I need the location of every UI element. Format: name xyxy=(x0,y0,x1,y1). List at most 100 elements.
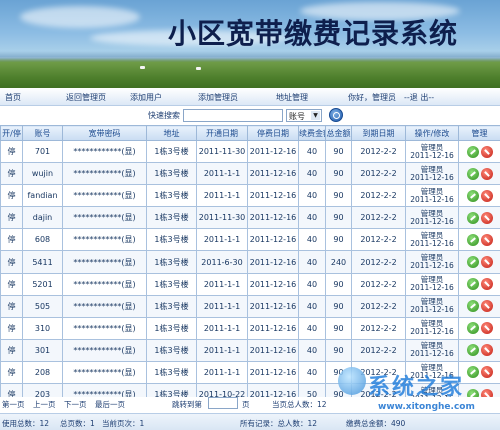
site-title: 小区宽带缴费记录系统 xyxy=(168,17,459,50)
edit-icon[interactable] xyxy=(466,211,479,224)
operator-cell: 管理员2011-12-16 xyxy=(405,250,459,274)
password-cell[interactable]: ************(显) xyxy=(62,162,147,186)
total-amount-cell: 90 xyxy=(325,184,352,208)
jump-page-input[interactable] xyxy=(208,397,238,409)
renew-amount-cell: 40 xyxy=(298,360,326,385)
logout-link[interactable]: --退 出-- xyxy=(404,92,434,103)
expire-date-cell: 2012-2-2 xyxy=(351,250,406,274)
open-date-cell: 2011-11-30 xyxy=(196,206,248,230)
status-cell[interactable]: 停 xyxy=(0,316,23,340)
column-header: 停费日期 xyxy=(247,125,299,141)
status-cell[interactable]: 停 xyxy=(0,272,23,296)
total-amount-cell: 90 xyxy=(325,272,352,296)
edit-icon[interactable] xyxy=(466,322,479,335)
edit-icon[interactable] xyxy=(466,256,479,269)
operator-date: 2011-12-16 xyxy=(410,349,454,359)
delete-icon[interactable] xyxy=(480,233,493,246)
cow-decoration xyxy=(196,67,201,70)
stop-date-cell: 2011-12-16 xyxy=(247,360,299,385)
password-cell[interactable]: ************(显) xyxy=(62,250,147,274)
nav-home[interactable]: 首页 xyxy=(5,92,21,103)
search-button[interactable] xyxy=(329,108,343,122)
open-date-cell: 2011-1-1 xyxy=(196,272,248,296)
status-cell[interactable]: 停 xyxy=(0,228,23,252)
expire-date-cell: 2012-2-2 xyxy=(351,139,406,164)
operator-date: 2011-12-16 xyxy=(410,261,454,271)
delete-icon[interactable] xyxy=(480,278,493,291)
password-cell[interactable]: ************(显) xyxy=(62,206,147,230)
status-cell[interactable]: 停 xyxy=(0,250,23,274)
edit-icon[interactable] xyxy=(466,278,479,291)
edit-icon[interactable] xyxy=(466,167,479,180)
delete-icon[interactable] xyxy=(480,211,493,224)
prev-page-link[interactable]: 上一页 xyxy=(33,399,56,410)
password-cell[interactable]: ************(显) xyxy=(62,294,147,318)
delete-icon[interactable] xyxy=(480,322,493,335)
password-cell[interactable]: ************(显) xyxy=(62,360,147,385)
edit-icon[interactable] xyxy=(466,145,479,158)
nav-add-user[interactable]: 添加用户 xyxy=(130,92,162,103)
nav-back-admin[interactable]: 返回管理页 xyxy=(66,92,106,103)
table-row: 停 fandian ************(显) 1栋3号楼 2011-1-1 2011… xyxy=(0,184,500,208)
first-page-link[interactable]: 第一页 xyxy=(2,399,25,410)
operator-cell: 管理员2011-12-16 xyxy=(405,338,459,362)
table-header-row: 开/停账号宽带密码地址开通日期停费日期续费金额总金额到期日期操作/修改管理 xyxy=(0,125,500,141)
watermark: 系统之家 www.xitonghe.com xyxy=(338,365,500,430)
watermark-logo-icon xyxy=(338,367,366,395)
actions-cell xyxy=(458,316,500,340)
column-header: 地址 xyxy=(146,125,197,141)
search-field-select[interactable]: 账号 ▼ xyxy=(286,109,322,122)
delete-icon[interactable] xyxy=(480,189,493,202)
open-date-cell: 2011-1-1 xyxy=(196,338,248,362)
next-page-link[interactable]: 下一页 xyxy=(64,399,87,410)
account-cell: 5411 xyxy=(22,250,63,274)
status-cell[interactable]: 停 xyxy=(0,206,23,230)
records-table: 开/停账号宽带密码地址开通日期停费日期续费金额总金额到期日期操作/修改管理 停7… xyxy=(0,125,500,407)
nav-add-admin[interactable]: 添加管理员 xyxy=(198,92,238,103)
address-cell: 1栋3号楼 xyxy=(146,272,197,296)
search-label: 快速搜索 xyxy=(148,111,180,120)
operator-cell: 管理员2011-12-16 xyxy=(405,316,459,340)
delete-icon[interactable] xyxy=(480,256,493,269)
password-cell[interactable]: ************(显) xyxy=(62,139,147,164)
column-header: 账号 xyxy=(22,125,63,141)
status-cell[interactable]: 停 xyxy=(0,162,23,186)
edit-icon[interactable] xyxy=(466,300,479,313)
status-cell[interactable]: 停 xyxy=(0,294,23,318)
address-cell: 1栋3号楼 xyxy=(146,250,197,274)
delete-icon[interactable] xyxy=(480,145,493,158)
edit-icon[interactable] xyxy=(466,233,479,246)
delete-icon[interactable] xyxy=(480,344,493,357)
open-date-cell: 2011-1-1 xyxy=(196,228,248,252)
total-amount-cell: 90 xyxy=(325,316,352,340)
all-records: 所有记录：总人数：12 xyxy=(240,419,318,428)
operator-cell: 管理员2011-12-16 xyxy=(405,206,459,230)
password-cell[interactable]: ************(显) xyxy=(62,272,147,296)
status-cell[interactable]: 停 xyxy=(0,184,23,208)
password-cell[interactable]: ************(显) xyxy=(62,316,147,340)
last-page-link[interactable]: 最后一页 xyxy=(95,399,125,410)
password-cell[interactable]: ************(显) xyxy=(62,228,147,252)
open-date-cell: 2011-1-1 xyxy=(196,360,248,385)
edit-icon[interactable] xyxy=(466,189,479,202)
status-cell[interactable]: 停 xyxy=(0,338,23,362)
search-input[interactable] xyxy=(183,109,283,122)
password-cell[interactable]: ************(显) xyxy=(62,184,147,208)
renew-amount-cell: 40 xyxy=(298,228,326,252)
status-cell[interactable]: 停 xyxy=(0,139,23,164)
delete-icon[interactable] xyxy=(480,167,493,180)
nav-address-admin[interactable]: 地址管理 xyxy=(276,92,308,103)
operator-cell: 管理员2011-12-16 xyxy=(405,162,459,186)
actions-cell xyxy=(458,250,500,274)
address-cell: 1栋3号楼 xyxy=(146,228,197,252)
column-header: 操作/修改 xyxy=(405,125,459,141)
status-cell[interactable]: 停 xyxy=(0,360,23,385)
password-cell[interactable]: ************(显) xyxy=(62,338,147,362)
open-date-cell: 2011-6-30 xyxy=(196,250,248,274)
jump-suffix: 页 xyxy=(242,400,250,409)
stop-date-cell: 2011-12-16 xyxy=(247,316,299,340)
account-cell: dajin xyxy=(22,206,63,230)
delete-icon[interactable] xyxy=(480,300,493,313)
edit-icon[interactable] xyxy=(466,344,479,357)
cloud-decoration xyxy=(20,6,140,28)
